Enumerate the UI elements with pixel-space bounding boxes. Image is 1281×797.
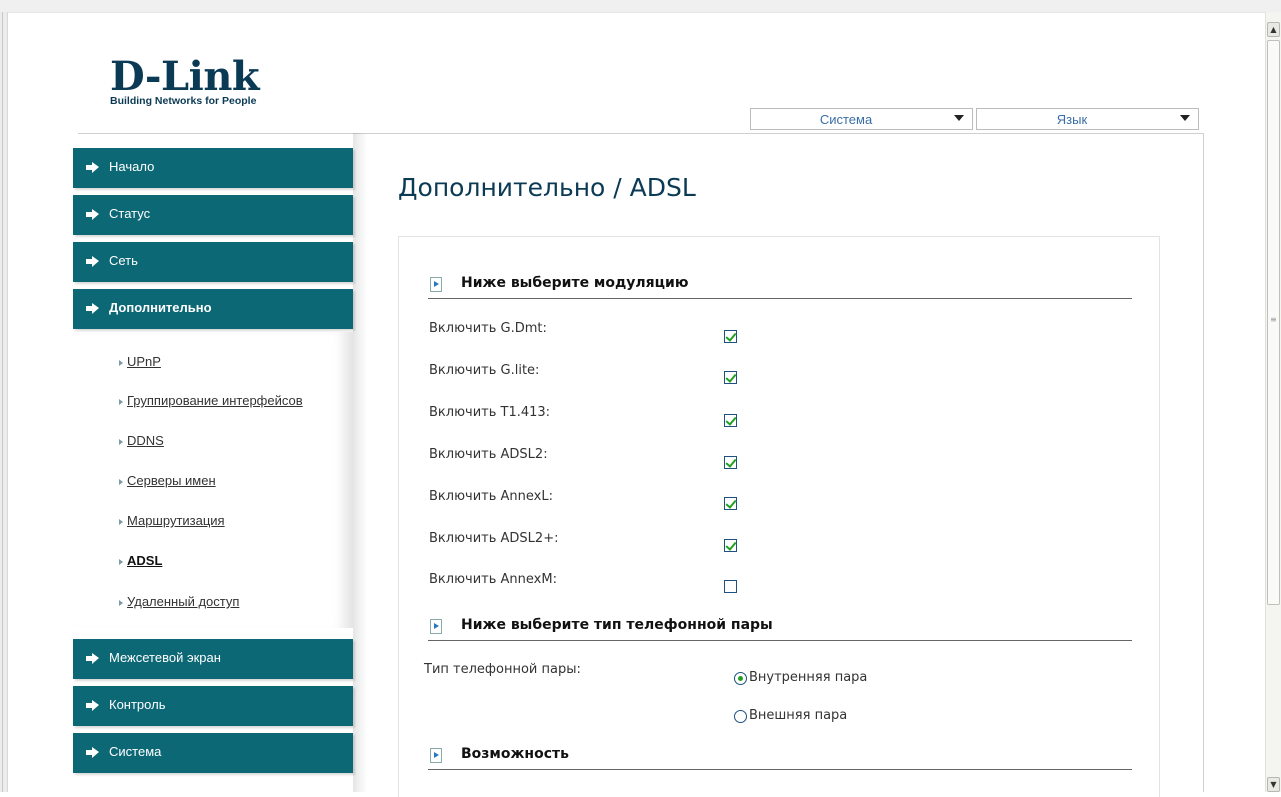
sidebar-item-advanced[interactable]: Дополнительно (73, 289, 353, 329)
arrow-right-icon (86, 209, 99, 220)
chevron-down-icon (1180, 115, 1190, 121)
annexl-label: Включить AnnexL: (429, 489, 553, 504)
sidebar-shadow (353, 133, 367, 792)
scroll-down-button[interactable]: ▼ (1267, 777, 1280, 792)
section-title: Возможность (461, 746, 569, 762)
submenu-label: Серверы имен (127, 473, 216, 488)
sidebar-item-label: Межсетевой экран (109, 650, 221, 665)
sidebar-item-label: Начало (109, 159, 155, 174)
logo-tagline: Building Networks for People (110, 95, 257, 107)
submenu-label: Маршрутизация (127, 513, 225, 528)
sidebar-item-label: Система (109, 744, 162, 759)
section-header-capability: Возможность (428, 743, 1132, 770)
window-left-edge (0, 12, 8, 792)
annexm-label: Включить AnnexM: (429, 572, 557, 587)
submenu-item-routing[interactable]: Маршрутизация (119, 513, 225, 528)
outer-pair-label[interactable]: Внешняя пара (749, 708, 847, 723)
adsl2plus-checkbox[interactable] (724, 539, 737, 552)
dlink-logo: D-Link Building Networks for People (110, 53, 310, 108)
submenu-item-name-servers[interactable]: Серверы имен (119, 473, 216, 488)
arrow-right-icon (86, 162, 99, 173)
section-header-pair-type: Ниже выберите тип телефонной пары (428, 614, 1132, 641)
section-title: Ниже выберите тип телефонной пары (461, 617, 773, 633)
vertical-scrollbar[interactable]: ▲ ▼ (1265, 12, 1281, 792)
system-menu-select[interactable]: Система (750, 108, 973, 130)
document-arrow-icon (430, 748, 442, 763)
adsl2plus-label: Включить ADSL2+: (429, 531, 559, 546)
advanced-submenu: UPnP Группирование интерфейсов DDNS Серв… (73, 332, 353, 628)
sidebar-item-system[interactable]: Система (73, 733, 353, 773)
sidebar-item-network[interactable]: Сеть (73, 242, 353, 282)
content-frame-right (1203, 133, 1204, 792)
gdmt-label: Включить G.Dmt: (429, 321, 547, 336)
inner-pair-label[interactable]: Внутренняя пара (749, 670, 867, 685)
arrow-right-icon (86, 700, 99, 711)
bullet-icon (119, 438, 123, 445)
annexm-checkbox[interactable] (724, 580, 737, 593)
submenu-item-upnp[interactable]: UPnP (119, 354, 161, 369)
document-arrow-icon (430, 277, 442, 292)
scroll-thumb[interactable] (1267, 40, 1280, 605)
bullet-icon (119, 478, 123, 485)
submenu-label: ADSL (127, 553, 163, 568)
submenu-label: UPnP (127, 354, 161, 369)
adsl2-checkbox[interactable] (724, 456, 737, 469)
glite-checkbox[interactable] (724, 371, 737, 384)
language-select[interactable]: Язык (976, 108, 1199, 130)
window-top-band (0, 0, 1281, 13)
outer-pair-radio[interactable] (734, 710, 747, 723)
sidebar-item-firewall[interactable]: Межсетевой экран (73, 639, 353, 679)
sidebar-item-label: Контроль (109, 697, 166, 712)
document-arrow-icon (430, 619, 442, 634)
sidebar: Начало Статус Сеть Дополнительно UPnP Гр… (73, 133, 353, 792)
bullet-icon (119, 558, 123, 565)
arrow-right-icon (86, 256, 99, 267)
language-label: Язык (1056, 112, 1088, 127)
sidebar-item-control[interactable]: Контроль (73, 686, 353, 726)
gdmt-checkbox[interactable] (724, 330, 737, 343)
sidebar-item-label: Сеть (109, 253, 138, 268)
arrow-right-icon (86, 303, 99, 314)
sidebar-item-label: Статус (109, 206, 151, 221)
inner-pair-radio[interactable] (734, 672, 747, 685)
submenu-label: Группирование интерфейсов (127, 393, 303, 408)
arrow-right-icon (86, 747, 99, 758)
section-header-modulation: Ниже выберите модуляцию (428, 272, 1132, 299)
section-title: Ниже выберите модуляцию (461, 275, 689, 291)
bullet-icon (119, 359, 123, 366)
submenu-item-interface-grouping[interactable]: Группирование интерфейсов (119, 393, 303, 408)
submenu-item-remote-access[interactable]: Удаленный доступ (119, 594, 239, 609)
t1413-label: Включить T1.413: (429, 405, 551, 420)
sidebar-item-status[interactable]: Статус (73, 195, 353, 235)
submenu-label: DDNS (127, 433, 164, 448)
submenu-label: Удаленный доступ (127, 594, 240, 609)
submenu-item-ddns[interactable]: DDNS (119, 433, 164, 448)
logo-wordmark: D-Link (110, 53, 260, 100)
bullet-icon (119, 398, 123, 405)
pair-type-label: Тип телефонной пары: (424, 662, 581, 677)
bullet-icon (119, 599, 123, 606)
sidebar-item-home[interactable]: Начало (73, 148, 353, 188)
annexl-checkbox[interactable] (724, 497, 737, 510)
chevron-down-icon (954, 115, 964, 121)
scroll-up-button[interactable]: ▲ (1267, 22, 1280, 37)
t1413-checkbox[interactable] (724, 414, 737, 427)
glite-label: Включить G.lite: (429, 363, 540, 378)
arrow-right-icon (86, 653, 99, 664)
system-menu-label: Система (819, 112, 873, 127)
bullet-icon (119, 518, 123, 525)
submenu-item-adsl[interactable]: ADSL (119, 553, 162, 568)
page-title: Дополнительно / ADSL (398, 173, 696, 202)
adsl2-label: Включить ADSL2: (429, 447, 548, 462)
sidebar-item-label: Дополнительно (109, 300, 212, 315)
